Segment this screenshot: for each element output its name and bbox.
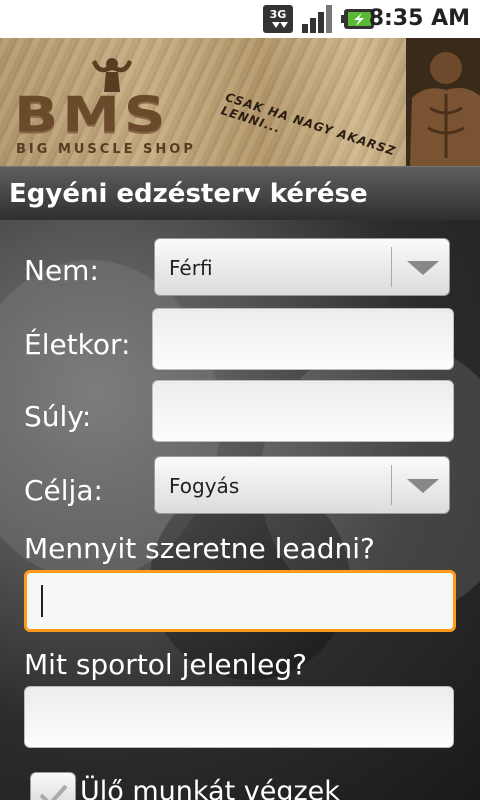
status-bar: 3G 8:35 AM (0, 0, 480, 38)
goal-spinner[interactable]: Fogyás (154, 456, 450, 514)
age-label: Életkor: (24, 328, 131, 361)
weight-label: Súly: (24, 400, 92, 433)
form-area: Nem: Férfi Életkor: Súly: Célja: Fogyás … (0, 220, 480, 800)
bodybuilder-image (406, 38, 480, 166)
gender-spinner[interactable]: Férfi (154, 238, 450, 296)
current-sport-label: Mit sportol jelenleg? (24, 648, 308, 681)
network-label: 3G (270, 8, 287, 21)
title-bar: Egyéni edzésterv kérése (0, 166, 480, 221)
sedentary-checkbox[interactable] (30, 772, 76, 800)
shop-banner: BMS BIG MUSCLE SHOP CSAK HA NAGY AKARSZ … (0, 38, 480, 166)
goal-value: Fogyás (169, 474, 240, 498)
gender-value: Férfi (169, 256, 213, 280)
logo-text: BMS (14, 85, 170, 144)
age-input[interactable] (152, 308, 454, 370)
clock: 8:35 AM (368, 6, 470, 31)
gender-label: Nem: (24, 254, 99, 287)
checkmark-icon (39, 784, 68, 800)
goal-label: Célja: (24, 474, 103, 507)
dropdown-arrow-icon (407, 479, 439, 493)
dropdown-arrow-icon (407, 261, 439, 275)
logo-subtitle: BIG MUSCLE SHOP (16, 142, 196, 157)
text-cursor (41, 585, 43, 617)
3g-data-icon: 3G (263, 5, 293, 33)
sedentary-label: Ülő munkát végzek (80, 776, 340, 800)
page-title: Egyéni edzésterv kérése (9, 179, 368, 209)
current-sport-input[interactable] (24, 686, 454, 748)
weight-input[interactable] (152, 380, 454, 442)
lose-amount-label: Mennyit szeretne leadni? (24, 532, 375, 565)
signal-icon (302, 5, 332, 33)
lose-amount-input[interactable] (24, 570, 456, 632)
